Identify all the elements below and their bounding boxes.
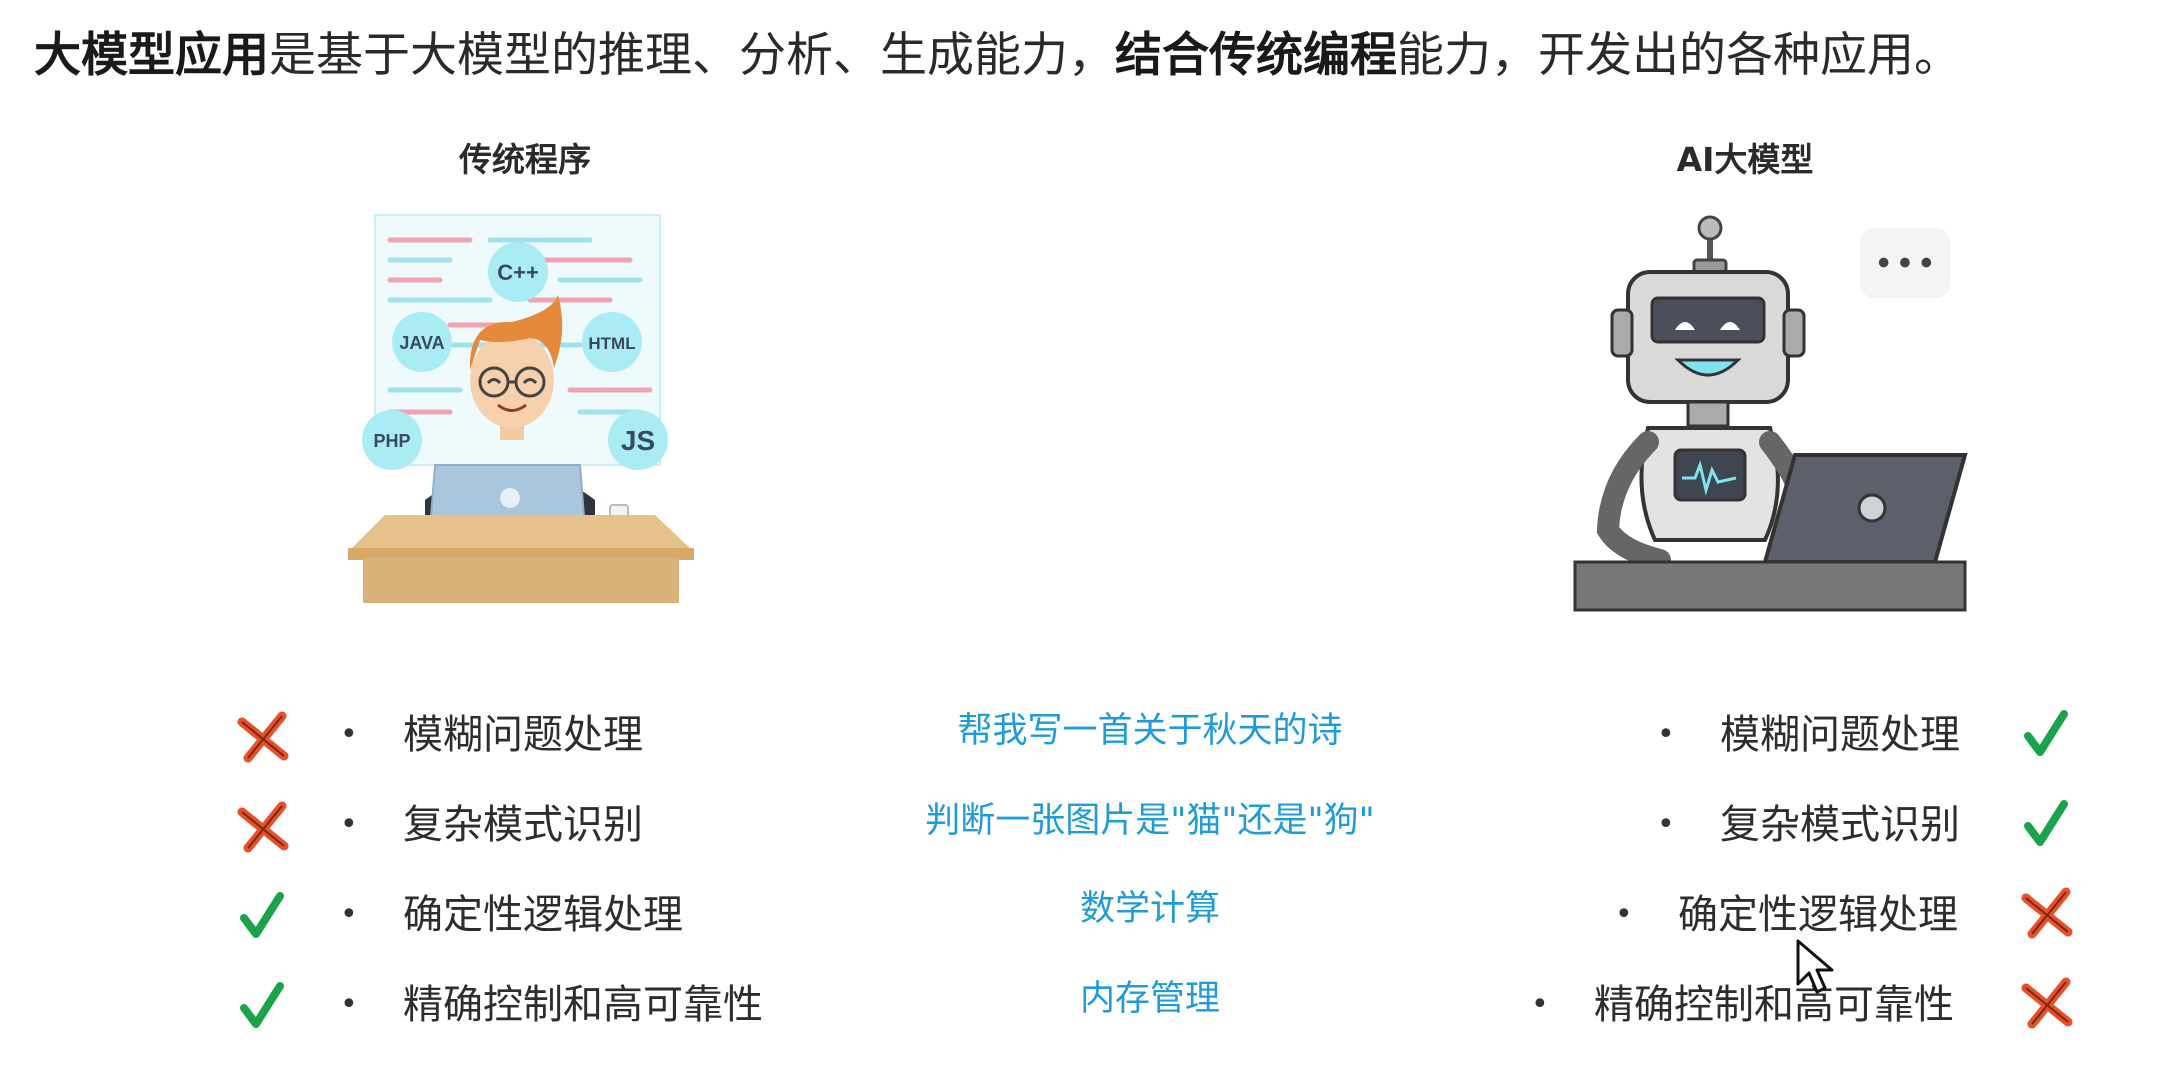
left-item-logic: 确定性逻辑处理 bbox=[403, 892, 683, 938]
right-heading: AI大模型 bbox=[1676, 140, 1814, 179]
cross-icon bbox=[2021, 887, 2073, 939]
left-item-fuzzy: 模糊问题处理 bbox=[403, 712, 643, 758]
check-icon bbox=[2024, 800, 2068, 846]
right-item-fuzzy: 模糊问题处理 bbox=[1720, 712, 1960, 758]
example-memory: 内存管理 bbox=[1079, 979, 1220, 1019]
right-item-logic: 确定性逻辑处理 bbox=[1678, 892, 1958, 938]
right-item-precision: 精确控制和高可靠性 bbox=[1594, 982, 1954, 1028]
intro-text-1: 是基于大模型的推理、分析、生成能力， bbox=[269, 28, 1115, 83]
left-heading: 传统程序 bbox=[459, 140, 591, 179]
robot-illustration: • • • bbox=[1573, 215, 1968, 612]
cross-icon bbox=[2021, 977, 2073, 1029]
bubble-js: JS bbox=[621, 425, 655, 456]
check-icon bbox=[240, 892, 284, 938]
bubble-php: PHP bbox=[373, 431, 410, 451]
speech-dots: • • • bbox=[1878, 244, 1933, 282]
example-poem: 帮我写一首关于秋天的诗 bbox=[957, 711, 1343, 751]
bullet: • bbox=[1531, 987, 1549, 1022]
example-cat-dog: 判断一张图片是"猫"还是"狗" bbox=[925, 801, 1375, 841]
left-item-precision: 精确控制和高可靠性 bbox=[403, 982, 763, 1028]
programmer-illustration: C++ JAVA HTML PHP JS bbox=[348, 214, 694, 603]
intro-sentence: 大模型应用是基于大模型的推理、分析、生成能力，结合传统编程能力，开发出的各种应用… bbox=[34, 26, 1961, 86]
bubble-java: JAVA bbox=[399, 333, 444, 353]
bullet: • bbox=[340, 807, 358, 842]
right-item-pattern: 复杂模式识别 bbox=[1720, 802, 1960, 848]
check-icon bbox=[2024, 710, 2068, 756]
mouse-cursor-icon bbox=[1796, 939, 1834, 994]
intro-text-2: 能力，开发出的各种应用。 bbox=[1397, 28, 1961, 83]
bullet: • bbox=[1657, 717, 1675, 752]
check-icon bbox=[240, 982, 284, 1028]
bullet: • bbox=[340, 987, 358, 1022]
bubble-html: HTML bbox=[588, 334, 635, 353]
cross-icon bbox=[237, 711, 289, 763]
bullet: • bbox=[340, 897, 358, 932]
intro-bold-traditional: 结合传统编程 bbox=[1115, 28, 1397, 83]
bullet: • bbox=[1657, 807, 1675, 842]
bullet: • bbox=[1615, 897, 1633, 932]
left-item-pattern: 复杂模式识别 bbox=[403, 802, 643, 848]
bullet: • bbox=[340, 717, 358, 752]
example-math: 数学计算 bbox=[1079, 889, 1220, 929]
intro-bold-llm-app: 大模型应用 bbox=[34, 28, 269, 83]
bubble-cpp: C++ bbox=[497, 260, 539, 285]
cross-icon bbox=[237, 801, 289, 853]
